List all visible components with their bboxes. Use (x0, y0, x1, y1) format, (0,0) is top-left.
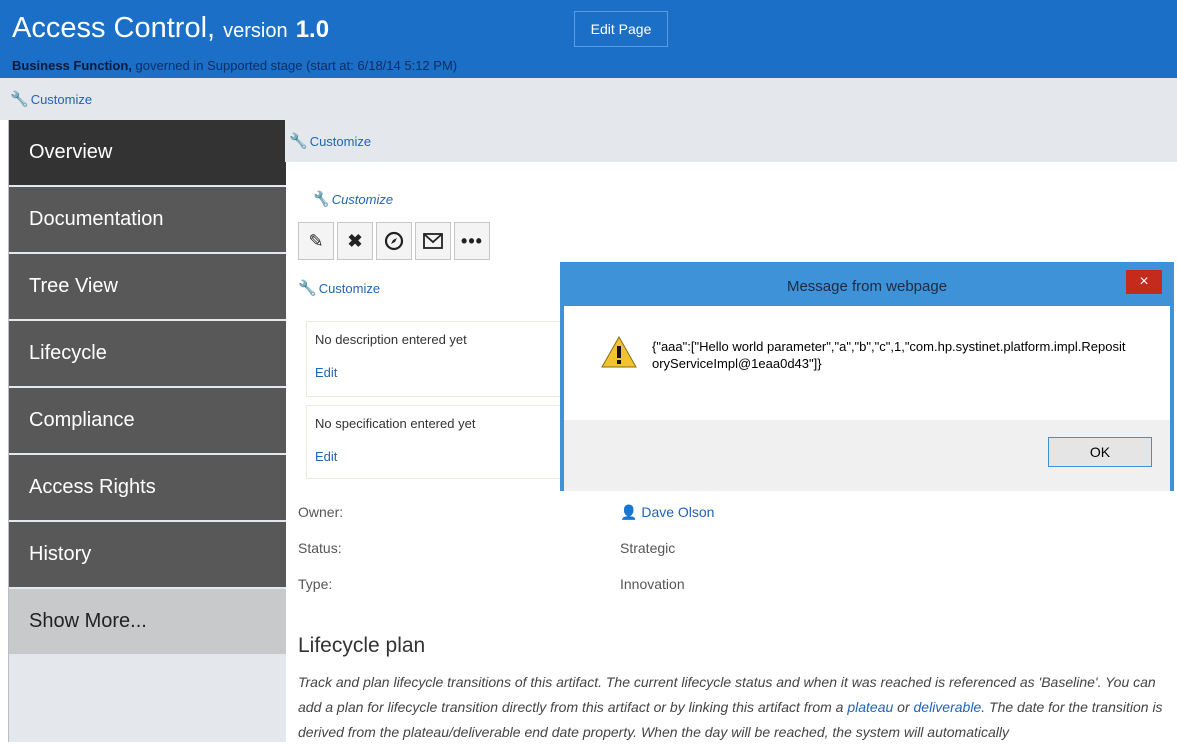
title-text: Access Control, (12, 12, 216, 44)
email-button[interactable] (415, 222, 451, 260)
user-icon: 👤 (620, 504, 638, 520)
customize-label: Customize (331, 191, 394, 207)
description-box: No description entered yet Edit (306, 321, 566, 397)
top-customize-bar: 🔧 Customize (0, 78, 1177, 120)
wrench-icon: 🔧 (10, 91, 29, 108)
specification-text: No specification entered yet (315, 416, 476, 431)
wrench-icon: 🔧 (298, 280, 317, 297)
specification-box: No specification entered yet Edit (306, 405, 566, 479)
edit-page-button[interactable]: Edit Page (574, 11, 668, 47)
close-icon: × (1139, 273, 1149, 290)
page-header: Access Control, version 1.0 Business Fun… (0, 0, 1177, 78)
compass-button[interactable] (376, 222, 412, 260)
page-subtitle: Business Function, governed in Supported… (12, 58, 457, 73)
customize-link[interactable]: 🔧 Customize (311, 190, 393, 208)
sidebar-item-compliance[interactable]: Compliance (9, 388, 286, 455)
type-label: Type: (298, 576, 333, 592)
lifecycle-text-or: or (893, 699, 914, 715)
dialog-close-button[interactable]: × (1126, 270, 1162, 294)
deliverable-link[interactable]: deliverable (914, 699, 982, 715)
customize-label: Customize (30, 91, 93, 107)
dialog-title-bar[interactable]: Message from webpage (564, 266, 1170, 306)
customize-label: Customize (309, 133, 372, 149)
sidebar-item-documentation[interactable]: Documentation (9, 187, 286, 254)
description-text: No description entered yet (315, 332, 467, 347)
page-title: Access Control, version 1.0 (12, 12, 329, 45)
customize-link[interactable]: 🔧 Customize (298, 279, 380, 297)
ok-button[interactable]: OK (1048, 437, 1152, 467)
compass-icon (384, 231, 404, 251)
status-value: Strategic (620, 540, 676, 556)
wrench-icon: 🔧 (289, 133, 308, 150)
owner-value[interactable]: 👤 Dave Olson (620, 504, 714, 521)
dialog-message: {"aaa":["Hello world parameter","a","b",… (652, 339, 1126, 371)
dialog-footer: OK (564, 420, 1170, 491)
subtitle-status: governed in Supported stage (start at: 6… (131, 58, 458, 73)
sidebar-item-history[interactable]: History (9, 522, 286, 589)
edit-button[interactable]: ✎ (298, 222, 334, 260)
wrench-icon: 🔧 (311, 191, 330, 208)
action-toolbar: ✎ ✖ ••• (298, 222, 490, 260)
customize-link[interactable]: 🔧 Customize (10, 90, 92, 108)
customize-label: Customize (318, 280, 381, 296)
delete-button[interactable]: ✖ (337, 222, 373, 260)
owner-label: Owner: (298, 504, 344, 520)
version-number: 1.0 (295, 16, 330, 43)
pencil-icon: ✎ (308, 230, 324, 251)
delete-icon: ✖ (347, 230, 363, 251)
sidebar: Overview Documentation Tree View Lifecyc… (8, 120, 286, 742)
content-customize-bar: 🔧 Customize (285, 120, 1177, 162)
edit-specification-link[interactable]: Edit (315, 449, 557, 464)
dialog-title: Message from webpage (786, 277, 948, 295)
sidebar-item-tree-view[interactable]: Tree View (9, 254, 286, 321)
more-icon: ••• (461, 230, 483, 251)
sidebar-item-show-more[interactable]: Show More... (9, 589, 286, 656)
subtitle-type: Business Function, (12, 58, 132, 73)
warning-icon (601, 336, 637, 368)
customize-link[interactable]: 🔧 Customize (289, 132, 371, 150)
more-button[interactable]: ••• (454, 222, 490, 260)
plateau-link[interactable]: plateau (847, 699, 893, 715)
edit-description-link[interactable]: Edit (315, 365, 557, 380)
lifecycle-plan-heading: Lifecycle plan (298, 634, 426, 657)
status-label: Status: (298, 540, 342, 556)
type-value: Innovation (620, 576, 685, 592)
message-dialog: Message from webpage × {"aaa":["Hello wo… (560, 262, 1174, 491)
lifecycle-plan-description: Track and plan lifecycle transitions of … (298, 670, 1177, 745)
sidebar-item-overview[interactable]: Overview (9, 120, 286, 187)
sidebar-item-lifecycle[interactable]: Lifecycle (9, 321, 286, 388)
sidebar-item-access-rights[interactable]: Access Rights (9, 455, 286, 522)
owner-name: Dave Olson (641, 504, 715, 520)
envelope-icon (423, 233, 443, 249)
version-label: version (223, 20, 288, 42)
